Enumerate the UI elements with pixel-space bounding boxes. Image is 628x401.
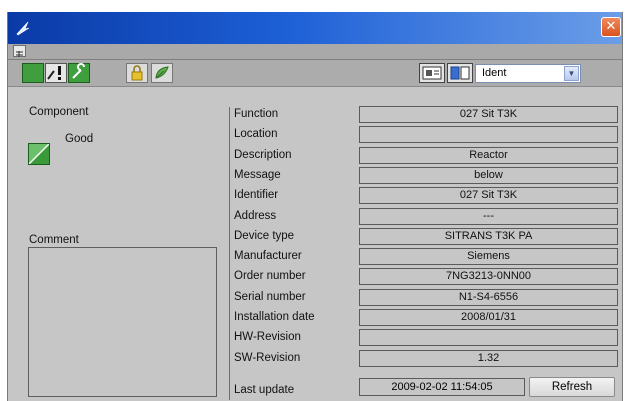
last-update-label: Last update [234,384,295,396]
minimize-panel-icon[interactable] [13,45,26,57]
component-label: Component [29,106,89,118]
field-label: Device type [234,230,295,242]
field-value: 027 Sit T3K [359,106,618,123]
field-label: Installation date [234,311,315,323]
lock-button[interactable] [126,63,148,83]
status-good-icon [28,143,50,165]
field-value: 1.32 [359,350,618,367]
field-label: Identifier [234,189,279,201]
field-value: 027 Sit T3K [359,187,618,204]
maintenance-icon [45,63,67,83]
field-label: SW-Revision [234,352,301,364]
maintenance-button[interactable] [45,63,67,83]
field-label: Manufacturer [234,250,302,262]
comment-field[interactable] [28,247,217,397]
field-label: Order number [234,270,306,282]
field-label: Location [234,128,278,140]
device-view-icon [447,63,473,83]
secondary-toolbar [8,44,622,60]
field-value: N1-S4-6556 [359,289,618,306]
main-toolbar: Ident ▼ [8,60,622,87]
app-icon [16,21,30,36]
field-value [359,329,618,346]
device-view-button[interactable] [447,63,473,83]
field-value: Siemens [359,248,618,265]
field-value: --- [359,208,618,225]
field-value [359,126,618,143]
release-button[interactable] [151,63,173,83]
close-button[interactable]: ✕ [601,17,621,37]
field-label: Message [234,169,281,181]
faceplate-view-icon [419,63,445,83]
view-select-value: Ident [482,67,507,79]
view-select[interactable]: Ident ▼ [475,64,581,83]
chevron-down-icon[interactable]: ▼ [564,66,579,81]
field-label: Serial number [234,291,306,303]
field-value: 2008/01/31 [359,309,618,326]
field-label: Address [234,210,277,222]
faceplate-view-button[interactable] [419,63,445,83]
wrench-icon [68,63,90,83]
component-status: Good [65,133,94,145]
comment-label: Comment [29,234,79,246]
field-label: Description [234,149,292,161]
field-value: 7NG3213-0NN00 [359,268,618,285]
diagnostics-button[interactable] [68,63,90,83]
field-label: Function [234,108,279,120]
last-update-value: 2009-02-02 11:54:05 [359,378,525,396]
refresh-button[interactable]: Refresh [529,377,615,397]
status-good-button[interactable] [22,63,44,83]
leaf-icon [151,63,173,83]
faceplate-window: ✕ Ident ▼ Component Good Comment Functio… [7,12,623,401]
title-bar[interactable]: ✕ [8,12,622,44]
field-value: Reactor [359,147,618,164]
field-label: HW-Revision [234,331,301,343]
panel-divider [229,107,230,400]
lock-icon [126,63,148,83]
field-value: SITRANS T3K PA [359,228,618,245]
status-good-icon [22,63,44,83]
field-value: below [359,167,618,184]
